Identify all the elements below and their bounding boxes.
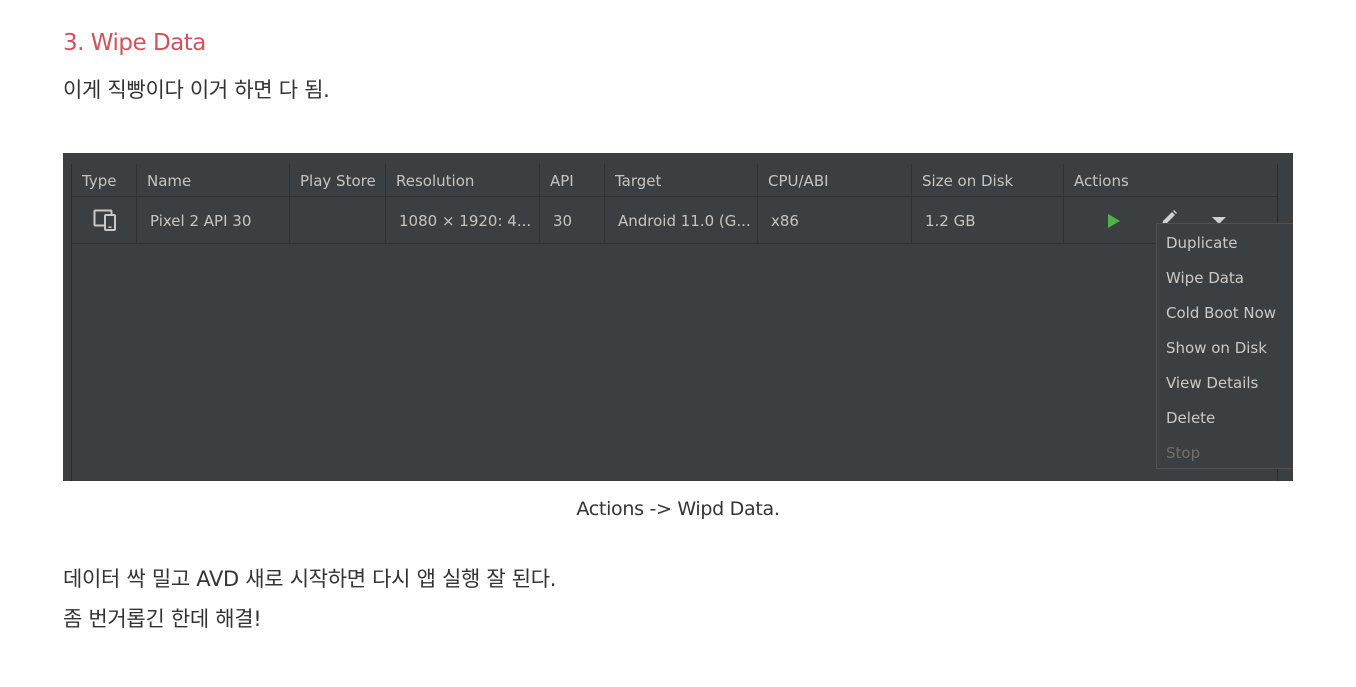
closing-paragraph: 좀 번거롭긴 한데 해결! xyxy=(63,607,262,631)
column-header-actions[interactable]: Actions xyxy=(1064,164,1277,196)
column-header-play-store[interactable]: Play Store xyxy=(290,164,386,196)
cell-target: Android 11.0 (G... xyxy=(605,197,758,243)
cell-api: 30 xyxy=(540,197,605,243)
section-heading: 3. Wipe Data xyxy=(63,30,206,56)
menu-item-view-details[interactable]: View Details xyxy=(1157,366,1293,401)
column-header-name[interactable]: Name xyxy=(137,164,290,196)
play-icon[interactable] xyxy=(1108,214,1120,228)
intro-paragraph: 이게 직빵이다 이거 하면 다 됨. xyxy=(63,78,330,102)
figure-caption: Actions -> Wipd Data. xyxy=(576,498,780,520)
cell-type xyxy=(72,197,137,243)
column-header-size-on-disk[interactable]: Size on Disk xyxy=(912,164,1064,196)
body-paragraph: 데이터 싹 밀고 AVD 새로 시작하면 다시 앱 실행 잘 된다. xyxy=(63,567,557,591)
column-header-api[interactable]: API xyxy=(540,164,605,196)
column-header-cpu-abi[interactable]: CPU/ABI xyxy=(758,164,912,196)
menu-item-show-on-disk[interactable]: Show on Disk xyxy=(1157,331,1293,366)
column-header-target[interactable]: Target xyxy=(605,164,758,196)
menu-item-cold-boot-now[interactable]: Cold Boot Now xyxy=(1157,296,1293,331)
cell-resolution: 1080 × 1920: 4... xyxy=(386,197,540,243)
cell-play-store xyxy=(290,197,386,243)
menu-item-stop: Stop xyxy=(1166,444,1201,462)
menu-item-wipe-data[interactable]: Wipe Data xyxy=(1157,261,1293,296)
phone-tablet-icon xyxy=(93,209,116,231)
column-header-resolution[interactable]: Resolution xyxy=(386,164,540,196)
avd-manager-screenshot: Type Name Play Store Resolution API Targ… xyxy=(63,153,1293,481)
menu-item-delete[interactable]: Delete xyxy=(1157,401,1293,436)
cell-name: Pixel 2 API 30 xyxy=(137,197,290,243)
actions-dropdown-menu: Duplicate Wipe Data Cold Boot Now Show o… xyxy=(1156,223,1293,469)
column-header-type[interactable]: Type xyxy=(72,164,137,196)
table-header: Type Name Play Store Resolution API Targ… xyxy=(72,164,1277,197)
table-row[interactable]: Pixel 2 API 30 1080 × 1920: 4... 30 Andr… xyxy=(72,197,1277,244)
cell-cpu-abi: x86 xyxy=(758,197,912,243)
menu-item-duplicate[interactable]: Duplicate xyxy=(1157,226,1293,261)
cell-size-on-disk: 1.2 GB xyxy=(912,197,1064,243)
avd-table: Type Name Play Store Resolution API Targ… xyxy=(71,164,1278,481)
